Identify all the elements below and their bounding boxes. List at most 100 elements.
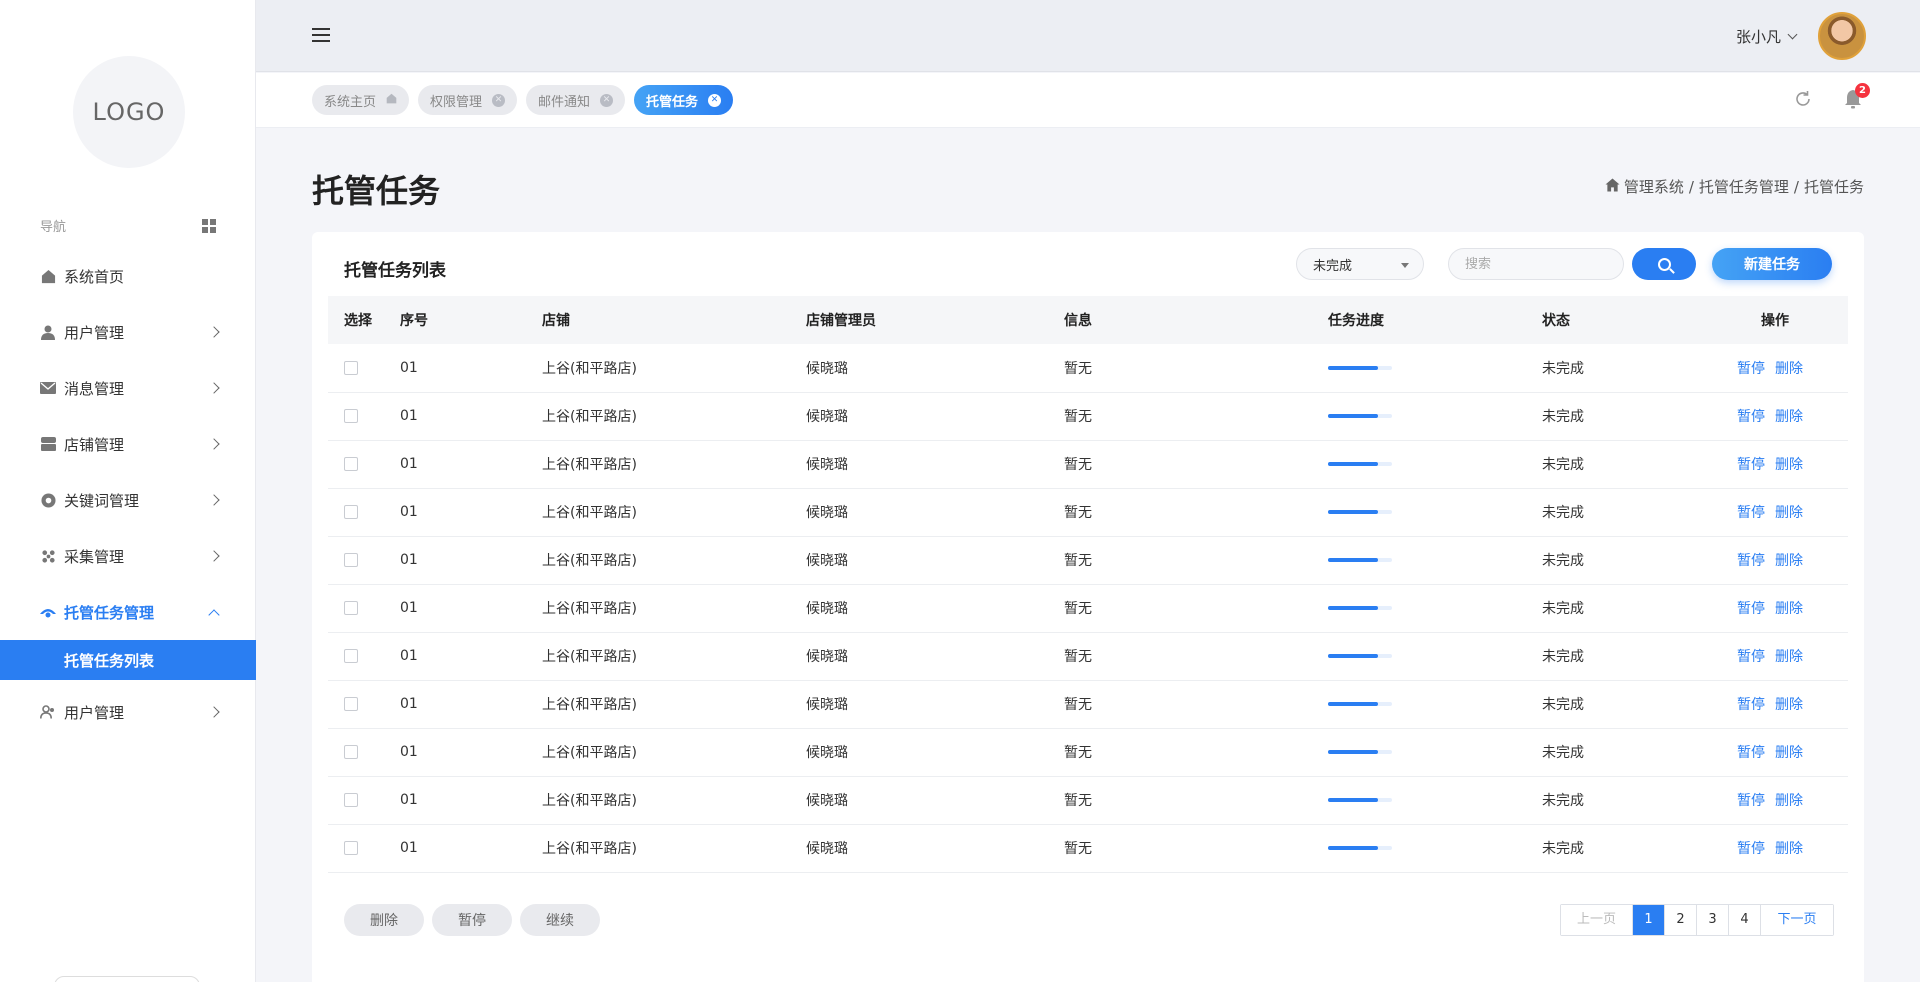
close-icon[interactable]: ✕ <box>708 93 722 107</box>
sidebar-item-stores[interactable]: 店铺管理 <box>0 416 256 472</box>
row-checkbox[interactable] <box>344 841 358 855</box>
row-store: 上谷(和平路店) <box>542 680 806 729</box>
pause-link[interactable]: 暂停 <box>1737 553 1765 569</box>
pause-link[interactable]: 暂停 <box>1737 505 1765 521</box>
delete-link[interactable]: 删除 <box>1775 409 1803 425</box>
status-filter-select[interactable]: 未完成 <box>1296 248 1424 280</box>
pause-link[interactable]: 暂停 <box>1737 697 1765 713</box>
next-page-button[interactable]: 下一页 <box>1761 905 1833 935</box>
caret-down-icon <box>1401 263 1409 268</box>
row-store: 上谷(和平路店) <box>542 776 806 825</box>
delete-link[interactable]: 删除 <box>1775 553 1803 569</box>
breadcrumb-item[interactable]: 管理系统 <box>1624 176 1684 197</box>
row-checkbox[interactable] <box>344 360 358 375</box>
sidebar-item-collect[interactable]: 采集管理 <box>0 528 256 584</box>
pause-link[interactable]: 暂停 <box>1737 457 1765 473</box>
user-menu[interactable]: 张小凡 <box>1736 12 1866 60</box>
pause-link[interactable]: 暂停 <box>1737 409 1765 425</box>
search-input[interactable] <box>1448 248 1624 280</box>
tab-email[interactable]: 邮件通知 ✕ <box>526 85 626 115</box>
row-select-cell <box>328 728 400 777</box>
row-checkbox[interactable] <box>344 409 358 423</box>
close-icon[interactable]: ✕ <box>600 93 614 107</box>
chevron-down-icon[interactable] <box>1787 29 1798 39</box>
tab-hosted-tasks[interactable]: 托管任务 ✕ <box>634 85 734 115</box>
home-icon <box>386 93 397 107</box>
page-button[interactable]: 3 <box>1697 905 1729 935</box>
progress-fill <box>1328 462 1378 466</box>
bulk-resume-button[interactable]: 继续 <box>520 904 600 936</box>
delete-link[interactable]: 删除 <box>1775 841 1803 857</box>
delete-link[interactable]: 删除 <box>1775 457 1803 473</box>
row-actions: 暂停 删除 <box>1702 776 1848 825</box>
delete-link[interactable]: 删除 <box>1775 505 1803 521</box>
delete-link[interactable]: 删除 <box>1775 361 1803 377</box>
row-checkbox[interactable] <box>344 505 358 519</box>
tab-permissions[interactable]: 权限管理 ✕ <box>418 85 518 115</box>
sidebar-item-users[interactable]: 用户管理 <box>0 304 256 360</box>
row-checkbox[interactable] <box>344 793 358 807</box>
bell-icon[interactable]: 2 <box>1842 83 1870 111</box>
search-button[interactable] <box>1632 248 1696 280</box>
breadcrumb-item[interactable]: 托管任务管理 <box>1699 176 1789 197</box>
sidebar-subitem-task-list[interactable]: 托管任务列表 <box>0 640 256 680</box>
prev-page-button[interactable]: 上一页 <box>1561 905 1633 935</box>
delete-link[interactable]: 删除 <box>1775 697 1803 713</box>
pause-link[interactable]: 暂停 <box>1737 601 1765 617</box>
column-header: 信息 <box>1064 313 1092 329</box>
sidebar-footer-control[interactable] <box>54 976 200 982</box>
sidebar-item-keywords[interactable]: 关键词管理 <box>0 472 256 528</box>
close-icon[interactable]: ✕ <box>492 93 506 107</box>
page-title: 托管任务 <box>312 172 441 210</box>
refresh-icon[interactable] <box>1792 89 1814 111</box>
home-icon <box>40 268 56 284</box>
row-number: 01 <box>400 728 542 777</box>
row-info: 暂无 <box>1064 488 1328 537</box>
row-admin: 候晓璐 <box>806 488 1064 537</box>
row-store: 上谷(和平路店) <box>542 440 806 489</box>
page-button[interactable]: 1 <box>1633 905 1665 935</box>
pause-link[interactable]: 暂停 <box>1737 745 1765 761</box>
page-button[interactable]: 2 <box>1665 905 1697 935</box>
row-store: 上谷(和平路店) <box>542 824 806 873</box>
sidebar-item-users-2[interactable]: 用户管理 <box>0 684 256 740</box>
bulk-pause-button[interactable]: 暂停 <box>432 904 512 936</box>
sidebar-item-messages[interactable]: 消息管理 <box>0 360 256 416</box>
row-checkbox[interactable] <box>344 649 358 663</box>
sidebar-item-label: 关键词管理 <box>64 491 140 510</box>
pause-link[interactable]: 暂停 <box>1737 361 1765 377</box>
column-header: 状态 <box>1542 313 1570 329</box>
row-admin: 候晓璐 <box>806 680 1064 729</box>
delete-link[interactable]: 删除 <box>1775 745 1803 761</box>
table-row: 01 上谷(和平路店) 候晓璐 暂无 未完成 暂停 删除 <box>328 536 1848 585</box>
delete-link[interactable]: 删除 <box>1775 649 1803 665</box>
grid-icon[interactable] <box>202 218 216 233</box>
row-checkbox[interactable] <box>344 697 358 711</box>
row-checkbox[interactable] <box>344 457 358 471</box>
sidebar-item-home[interactable]: 系统首页 <box>0 248 256 304</box>
row-checkbox[interactable] <box>344 601 358 615</box>
chevron-right-icon <box>208 382 220 394</box>
pause-link[interactable]: 暂停 <box>1737 841 1765 857</box>
tab-system-home[interactable]: 系统主页 <box>312 85 410 115</box>
chevron-right-icon <box>208 438 220 450</box>
bulk-actions: 删除 暂停 继续 <box>344 904 608 936</box>
username[interactable]: 张小凡 <box>1736 26 1781 47</box>
page-button[interactable]: 4 <box>1729 905 1761 935</box>
pause-link[interactable]: 暂停 <box>1737 649 1765 665</box>
delete-link[interactable]: 删除 <box>1775 601 1803 617</box>
table-row: 01 上谷(和平路店) 候晓璐 暂无 未完成 暂停 删除 <box>328 344 1848 393</box>
delete-link[interactable]: 删除 <box>1775 793 1803 809</box>
progress-bar <box>1328 365 1392 370</box>
chevron-right-icon <box>208 550 220 562</box>
menu-toggle-icon[interactable] <box>312 28 330 42</box>
pause-link[interactable]: 暂停 <box>1737 793 1765 809</box>
row-checkbox[interactable] <box>344 553 358 567</box>
progress-bar <box>1328 606 1392 610</box>
sidebar-item-tasks[interactable]: 托管任务管理 <box>0 584 256 640</box>
row-checkbox[interactable] <box>344 745 358 759</box>
avatar[interactable] <box>1818 12 1866 60</box>
new-task-button[interactable]: 新建任务 <box>1712 248 1832 280</box>
bulk-delete-button[interactable]: 删除 <box>344 904 424 936</box>
row-store: 上谷(和平路店) <box>542 536 806 585</box>
